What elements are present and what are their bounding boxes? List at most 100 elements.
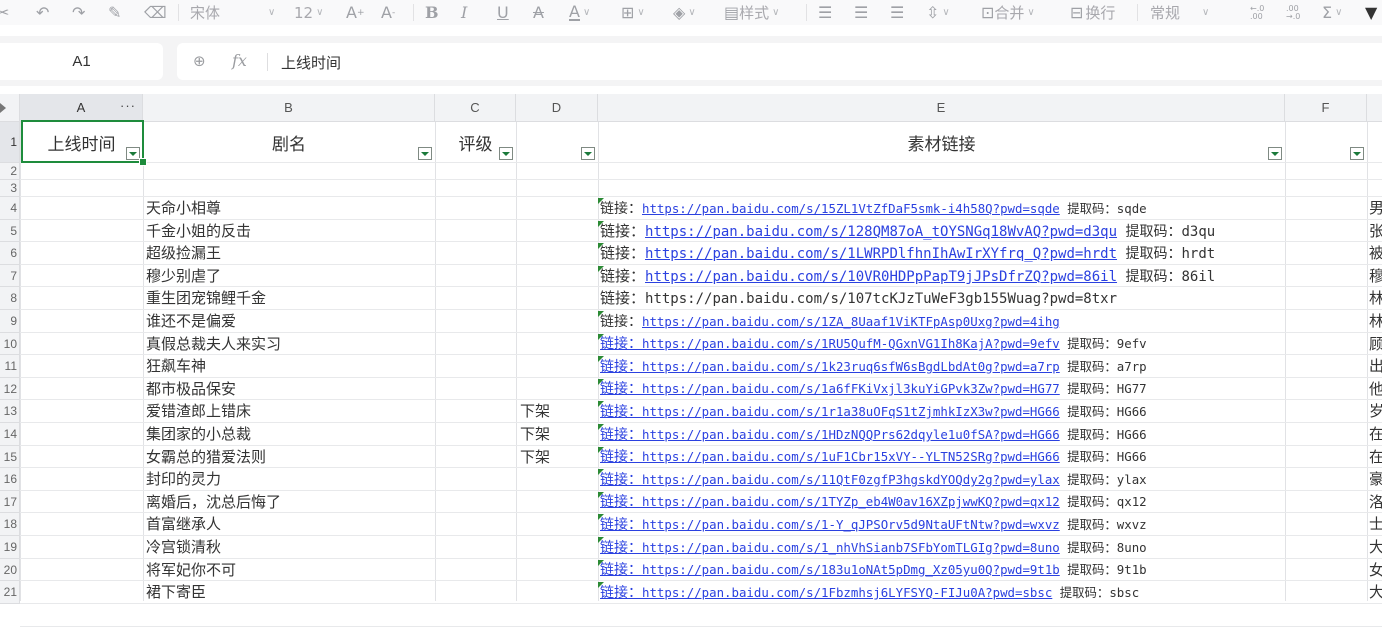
- format-painter-icon[interactable]: ✎: [108, 0, 121, 25]
- row-header[interactable]: 13: [0, 400, 20, 423]
- filter-dropdown-b[interactable]: [418, 147, 432, 160]
- font-color-icon[interactable]: A ∨: [569, 0, 590, 25]
- material-link-cell[interactable]: 链接：https://pan.baidu.com/s/11QtF0zgfP3hg…: [600, 468, 1283, 491]
- share-url-link[interactable]: https://pan.baidu.com/s/1RU5QufM-QGxnVG1…: [642, 336, 1060, 351]
- formula-bar[interactable]: ⊕ fx 上线时间: [177, 43, 1382, 80]
- synopsis-cell[interactable]: 在: [1369, 446, 1382, 468]
- synopsis-cell[interactable]: 林: [1369, 310, 1382, 333]
- status-cell[interactable]: 下架: [520, 446, 550, 468]
- row-header[interactable]: 2: [0, 163, 20, 180]
- share-url-link[interactable]: https://pan.baidu.com/s/1LWRPDlfhnIhAwIr…: [645, 246, 1117, 262]
- row-header[interactable]: 10: [0, 333, 20, 355]
- row-header[interactable]: 17: [0, 491, 20, 513]
- synopsis-cell[interactable]: 在: [1369, 423, 1382, 446]
- row-header[interactable]: 4: [0, 197, 20, 220]
- synopsis-cell[interactable]: 豪: [1369, 468, 1382, 491]
- material-link-cell[interactable]: 链接：https://pan.baidu.com/s/10VR0HDPpPapT…: [600, 265, 1283, 287]
- material-link-cell[interactable]: 链接：https://pan.baidu.com/s/1HDzNQQPrs62d…: [600, 423, 1283, 446]
- synopsis-cell[interactable]: 顾: [1369, 333, 1382, 355]
- decrease-decimal-icon[interactable]: .00 →.0: [1286, 0, 1300, 25]
- align-left-icon[interactable]: ☰: [818, 0, 832, 25]
- drama-name-cell[interactable]: 重生团宠锦鲤千金: [146, 287, 266, 310]
- share-url-link[interactable]: https://pan.baidu.com/s/1k23ruq6sfW6sBgd…: [642, 359, 1060, 374]
- share-url-link[interactable]: https://pan.baidu.com/s/11QtF0zgfP3hgskd…: [642, 472, 1060, 487]
- header-cell-a[interactable]: 上线时间: [20, 122, 143, 163]
- row-header[interactable]: 19: [0, 536, 20, 559]
- drama-name-cell[interactable]: 真假总裁夫人来实习: [146, 333, 281, 355]
- drama-name-cell[interactable]: 冷宫锁清秋: [146, 536, 221, 559]
- drama-name-cell[interactable]: 爱错渣郎上错床: [146, 400, 251, 423]
- material-link-cell[interactable]: 链接：https://pan.baidu.com/s/1ZA_8Uaaf1ViK…: [600, 310, 1283, 333]
- synopsis-cell[interactable]: 他: [1369, 378, 1382, 400]
- row-header[interactable]: 6: [0, 242, 20, 265]
- drama-name-cell[interactable]: 天命小相尊: [146, 197, 221, 220]
- font-size-select[interactable]: 12 ∨: [294, 0, 323, 25]
- material-link-cell[interactable]: 链接：https://pan.baidu.com/s/183u1oNAt5pDm…: [600, 559, 1283, 581]
- share-url-link[interactable]: https://pan.baidu.com/s/1a6fFKiVxjl3kuYi…: [642, 381, 1060, 396]
- fill-color-icon[interactable]: ◈ ∨: [673, 0, 696, 25]
- drama-name-cell[interactable]: 离婚后，沈总后悔了: [146, 491, 281, 513]
- share-url-link[interactable]: https://pan.baidu.com/s/10VR0HDPpPapT9jJ…: [645, 269, 1117, 285]
- align-center-icon[interactable]: ☰: [854, 0, 868, 25]
- font-shrink-icon[interactable]: A-: [381, 0, 395, 25]
- synopsis-cell[interactable]: 洛: [1369, 491, 1382, 513]
- fx-icon[interactable]: fx: [232, 51, 247, 70]
- synopsis-cell[interactable]: 大: [1369, 536, 1382, 559]
- row-header[interactable]: 9: [0, 310, 20, 333]
- material-link-cell[interactable]: 链接：https://pan.baidu.com/s/1k23ruq6sfW6s…: [600, 355, 1283, 378]
- eraser-icon[interactable]: ⌫: [144, 0, 167, 25]
- filter-dropdown-f[interactable]: [1350, 147, 1364, 160]
- row-header[interactable]: 3: [0, 180, 20, 197]
- row-header[interactable]: 1: [0, 122, 20, 163]
- share-url-link[interactable]: https://pan.baidu.com/s/128QM87oA_tOYSNG…: [645, 224, 1117, 240]
- bold-icon[interactable]: B: [425, 0, 439, 25]
- toolbar-partial-icon[interactable]: ✂: [0, 0, 9, 25]
- share-url-link[interactable]: https://pan.baidu.com/s/1HDzNQQPrs62dqyl…: [642, 427, 1060, 442]
- synopsis-cell[interactable]: 穆: [1369, 265, 1382, 287]
- drama-name-cell[interactable]: 超级捡漏王: [146, 242, 221, 265]
- material-link-cell[interactable]: 链接：https://pan.baidu.com/s/1TYZp_eb4W0av…: [600, 491, 1283, 513]
- column-header-c[interactable]: C: [435, 94, 516, 122]
- column-header-b[interactable]: B: [143, 94, 435, 122]
- synopsis-cell[interactable]: 岁: [1369, 400, 1382, 423]
- drama-name-cell[interactable]: 将军妃你不可: [146, 559, 236, 581]
- share-url-link[interactable]: https://pan.baidu.com/s/1Fbzmhsj6LYFSYQ-…: [642, 585, 1052, 600]
- share-url-link[interactable]: https://pan.baidu.com/s/1ZA_8Uaaf1ViKTFp…: [642, 314, 1060, 329]
- row-header[interactable]: 14: [0, 423, 20, 446]
- material-link-cell[interactable]: 链接：https://pan.baidu.com/s/128QM87oA_tOY…: [600, 220, 1283, 242]
- drama-name-cell[interactable]: 谁还不是偏爱: [146, 310, 236, 333]
- zoom-search-icon[interactable]: ⊕: [193, 52, 206, 70]
- material-link-cell[interactable]: 链接：https://pan.baidu.com/s/1r1a38uOFqS1t…: [600, 400, 1283, 423]
- synopsis-cell[interactable]: 张: [1369, 220, 1382, 242]
- synopsis-cell[interactable]: 林: [1369, 287, 1382, 310]
- align-right-icon[interactable]: ☰: [890, 0, 904, 25]
- header-cell-b[interactable]: 剧名: [143, 122, 435, 163]
- drama-name-cell[interactable]: 穆少别虐了: [146, 265, 221, 287]
- wrap-button[interactable]: ⊟ 换行: [1070, 0, 1115, 25]
- number-format-select[interactable]: 常规 ∨: [1150, 0, 1209, 25]
- drama-name-cell[interactable]: 封印的灵力: [146, 468, 221, 491]
- row-header[interactable]: 5: [0, 220, 20, 242]
- vertical-align-icon[interactable]: ⇳ ∨: [926, 0, 950, 25]
- synopsis-cell[interactable]: 出: [1369, 355, 1382, 378]
- italic-icon[interactable]: I: [461, 0, 467, 25]
- font-name-select[interactable]: 宋体 ∨: [190, 0, 280, 25]
- material-link-cell[interactable]: 链接：https://pan.baidu.com/s/1LWRPDlfhnIhA…: [600, 242, 1283, 265]
- border-icon[interactable]: ⊞ ∨: [621, 0, 645, 25]
- material-link-cell[interactable]: 链接：https://pan.baidu.com/s/1RU5QufM-QGxn…: [600, 333, 1283, 355]
- drama-name-cell[interactable]: 狂飙车神: [146, 355, 206, 378]
- merge-button[interactable]: ⊡ 合并 ∨: [981, 0, 1035, 25]
- column-header-d[interactable]: D: [516, 94, 598, 122]
- redo-icon[interactable]: ↷: [72, 0, 85, 25]
- material-link-cell[interactable]: 链接：https://pan.baidu.com/s/15ZL1VtZfDaF5…: [600, 197, 1283, 220]
- select-all-corner[interactable]: [0, 94, 20, 122]
- filter-icon[interactable]: ▼: [1365, 0, 1377, 25]
- row-header[interactable]: 16: [0, 468, 20, 491]
- font-grow-icon[interactable]: A +: [346, 0, 365, 25]
- drama-name-cell[interactable]: 千金小姐的反击: [146, 220, 251, 242]
- row-header[interactable]: 15: [0, 446, 20, 468]
- row-header[interactable]: 11: [0, 355, 20, 378]
- drama-name-cell[interactable]: 都市极品保安: [146, 378, 236, 400]
- style-button[interactable]: ▤ 样式 ∨: [724, 0, 779, 25]
- fill-handle[interactable]: [139, 158, 147, 166]
